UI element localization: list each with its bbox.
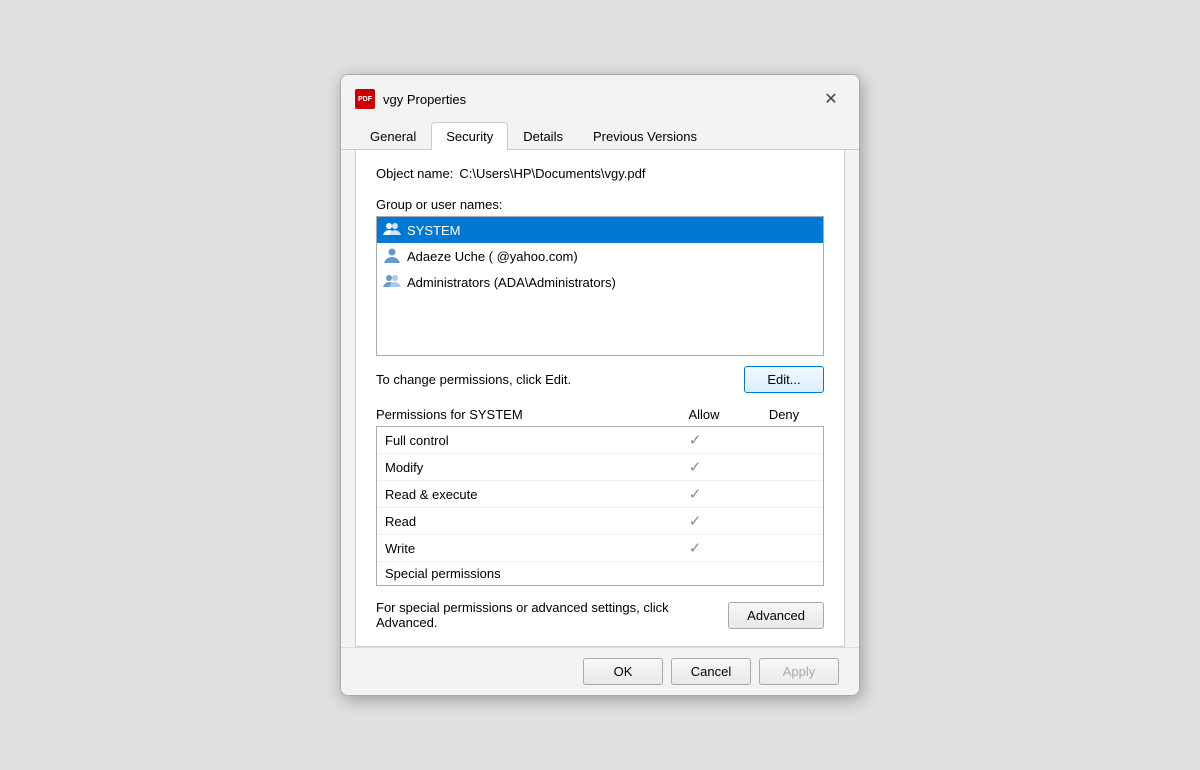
perm-name-read: Read [385,514,655,529]
perm-name-modify: Modify [385,460,655,475]
dialog-title: vgy Properties [383,92,466,107]
perm-row-modify: Modify ✓ [377,454,823,481]
system-user-icon [383,221,401,239]
ok-button[interactable]: OK [583,658,663,685]
perm-name-read-execute: Read & execute [385,487,655,502]
cancel-button[interactable]: Cancel [671,658,751,685]
edit-row: To change permissions, click Edit. Edit.… [376,366,824,393]
adaeze-user-name: Adaeze Uche ( @yahoo.com) [407,249,578,264]
user-item-administrators[interactable]: Administrators (ADA\Administrators) [377,269,823,295]
tab-general[interactable]: General [355,122,431,150]
perm-allow-write: ✓ [655,539,735,557]
object-path-value: C:\Users\HP\Documents\vgy.pdf [459,166,645,181]
user-item-system[interactable]: SYSTEM [377,217,823,243]
perm-row-full-control: Full control ✓ [377,427,823,454]
administrators-name: Administrators (ADA\Administrators) [407,275,616,290]
perm-row-read: Read ✓ [377,508,823,535]
permissions-table: Full control ✓ Modify ✓ Read & execute ✓… [376,426,824,586]
allow-column-header: Allow [664,407,744,422]
tab-bar: General Security Details Previous Versio… [341,113,859,150]
perm-name-full-control: Full control [385,433,655,448]
permissions-for-label: Permissions for SYSTEM [376,407,523,422]
object-name-label: Object name: [376,166,453,181]
deny-column-header: Deny [744,407,824,422]
system-user-name: SYSTEM [407,223,460,238]
perm-allow-read: ✓ [655,512,735,530]
title-bar-left: PDF vgy Properties [355,89,466,109]
advanced-button[interactable]: Advanced [728,602,824,629]
user-item-adaeze[interactable]: Adaeze Uche ( @yahoo.com) [377,243,823,269]
tab-previous-versions[interactable]: Previous Versions [578,122,712,150]
properties-dialog: PDF vgy Properties ✕ General Security De… [340,74,860,696]
perm-allow-full-control: ✓ [655,431,735,449]
permissions-section: Permissions for SYSTEM Allow Deny Full c… [376,407,824,586]
group-users-label: Group or user names: [376,197,824,212]
tab-security[interactable]: Security [431,122,508,150]
perm-row-write: Write ✓ [377,535,823,562]
advanced-row: For special permissions or advanced sett… [376,600,824,630]
perm-row-read-execute: Read & execute ✓ [377,481,823,508]
apply-button[interactable]: Apply [759,658,839,685]
perm-row-special: Special permissions [377,562,823,585]
users-list[interactable]: SYSTEM Adaeze Uche ( @yahoo.com) Adminis… [376,216,824,356]
perm-columns-header: Allow Deny [664,407,824,422]
dialog-footer: OK Cancel Apply [341,647,859,695]
adaeze-user-icon [383,247,401,265]
perm-allow-read-execute: ✓ [655,485,735,503]
title-bar: PDF vgy Properties ✕ [341,75,859,113]
perm-allow-modify: ✓ [655,458,735,476]
administrators-icon [383,273,401,291]
edit-button[interactable]: Edit... [744,366,824,393]
permissions-header: Permissions for SYSTEM Allow Deny [376,407,824,426]
perm-name-special: Special permissions [385,566,655,581]
close-button[interactable]: ✕ [817,85,845,113]
edit-description: To change permissions, click Edit. [376,372,571,387]
tab-details[interactable]: Details [508,122,578,150]
object-name-row: Object name: C:\Users\HP\Documents\vgy.p… [376,166,824,181]
pdf-icon: PDF [355,89,375,109]
advanced-description: For special permissions or advanced sett… [376,600,676,630]
perm-name-write: Write [385,541,655,556]
security-tab-content: Object name: C:\Users\HP\Documents\vgy.p… [355,150,845,647]
